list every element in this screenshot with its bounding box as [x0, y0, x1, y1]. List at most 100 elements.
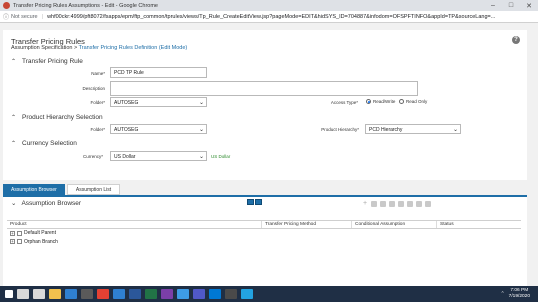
- product-name: Default Parent: [24, 230, 56, 237]
- description-label: Description: [82, 86, 105, 91]
- collapse-chevron-icon[interactable]: ⌃: [11, 114, 17, 121]
- product-cell: + Default Parent: [7, 230, 262, 236]
- clock[interactable]: 7:06 PM 7/19/2020: [509, 288, 530, 300]
- task-view-icon[interactable]: [33, 289, 45, 299]
- assumption-browser-title: Assumption Browser: [21, 199, 82, 207]
- access-type-label: Access Type*: [330, 100, 358, 105]
- store-icon[interactable]: [81, 289, 93, 299]
- assumption-grid: Product Transfer Pricing Method Conditio…: [7, 220, 521, 246]
- rule-section-header[interactable]: ⌃ Transfer Pricing Rule: [11, 58, 83, 65]
- product-hierarchy-select[interactable]: PCD Hierarchy ⌄: [365, 124, 461, 134]
- access-read-write-label: Read/Write: [373, 99, 396, 104]
- system-tray: ⌃ 7:06 PM 7/19/2020: [500, 286, 530, 302]
- address-bar[interactable]: ⓘ Not secure | whf00ckr:4999/pft8072/fsa…: [0, 11, 538, 23]
- terminal-icon[interactable]: [225, 289, 237, 299]
- file-explorer-icon[interactable]: [49, 289, 61, 299]
- product-cell: + Orphan Branch: [7, 239, 262, 245]
- chevron-down-icon: ⌄: [198, 154, 204, 160]
- rule-definition-panel: Transfer Pricing Rules Assumption Specif…: [3, 30, 527, 180]
- vscode-icon[interactable]: [241, 289, 253, 299]
- view-icon[interactable]: [371, 201, 377, 207]
- copy-icon[interactable]: [389, 201, 395, 207]
- chevron-down-icon: ⌄: [198, 127, 204, 133]
- search-icon[interactable]: [17, 289, 29, 299]
- windows-taskbar: ⌃ 7:06 PM 7/19/2020: [0, 286, 538, 302]
- product-hierarchy-value: PCD Hierarchy: [369, 127, 403, 133]
- col-status[interactable]: Status: [437, 221, 521, 228]
- mail-icon[interactable]: [113, 289, 125, 299]
- chrome-icon[interactable]: [97, 289, 109, 299]
- collapse-chevron-icon[interactable]: ⌃: [11, 58, 17, 65]
- minimize-icon[interactable]: –: [484, 0, 502, 11]
- grid-icon[interactable]: [416, 201, 422, 207]
- conditional-icon[interactable]: [407, 201, 413, 207]
- expand-icon[interactable]: +: [10, 230, 15, 236]
- access-read-only-label: Read Only: [406, 99, 428, 104]
- currency-label: Currency*: [82, 154, 103, 159]
- grid-view-icon[interactable]: [255, 199, 262, 205]
- grid-header-row: Product Transfer Pricing Method Conditio…: [7, 221, 521, 229]
- close-icon[interactable]: ✕: [520, 0, 538, 11]
- breadcrumb-separator: >: [73, 45, 78, 51]
- col-conditional[interactable]: Conditional Assumption: [352, 221, 437, 228]
- photos-icon[interactable]: [177, 289, 189, 299]
- folder-select[interactable]: AUTOSEG ⌄: [110, 97, 207, 107]
- hierarchy-folder-select[interactable]: AUTOSEG ⌄: [110, 124, 207, 134]
- collapse-chevron-icon[interactable]: ⌃: [11, 140, 17, 147]
- folder-label: Folder*: [90, 100, 105, 105]
- tree-view-icon[interactable]: [247, 199, 254, 205]
- name-field[interactable]: PCD TP Rule: [110, 67, 207, 78]
- col-method[interactable]: Transfer Pricing Method: [262, 221, 352, 228]
- browser-titlebar: Transfer Pricing Rules Assumptions - Edi…: [0, 0, 538, 11]
- description-field[interactable]: [110, 81, 418, 96]
- radio-unselected-icon: [399, 99, 404, 104]
- help-icon[interactable]: ?: [512, 36, 520, 44]
- currency-section-header[interactable]: ⌃ Currency Selection: [11, 140, 77, 147]
- col-product[interactable]: Product: [7, 221, 262, 228]
- tab-assumption-browser[interactable]: Assumption Browser: [3, 184, 65, 195]
- excel-icon[interactable]: [145, 289, 157, 299]
- address-separator: |: [41, 13, 44, 20]
- tab-assumption-list[interactable]: Assumption List: [66, 184, 121, 195]
- url-text[interactable]: whf00ckr:4999/pft8072/fsapps/epm/ftp_com…: [47, 14, 495, 20]
- breadcrumb-current[interactable]: Transfer Pricing Rules Definition (Edit …: [79, 45, 188, 51]
- access-read-only-radio[interactable]: Read Only: [399, 99, 427, 104]
- onenote-icon[interactable]: [161, 289, 173, 299]
- word-icon[interactable]: [129, 289, 141, 299]
- access-read-write-radio[interactable]: Read/Write: [366, 99, 395, 104]
- row-checkbox[interactable]: [17, 230, 22, 236]
- name-label: Name*: [91, 71, 105, 76]
- refresh-icon[interactable]: [425, 201, 431, 207]
- window-controls: – □ ✕: [484, 0, 538, 11]
- table-row[interactable]: + Default Parent: [7, 229, 521, 238]
- teams-icon[interactable]: [193, 289, 205, 299]
- table-row[interactable]: + Orphan Branch: [7, 238, 521, 247]
- edit-icon[interactable]: [380, 201, 386, 207]
- windows-start-icon[interactable]: [5, 290, 13, 298]
- info-icon[interactable]: ⓘ: [3, 12, 9, 21]
- currency-code-label: US Dollar: [211, 154, 231, 159]
- maximize-icon[interactable]: □: [502, 0, 520, 11]
- edge-icon[interactable]: [65, 289, 77, 299]
- breadcrumb-root[interactable]: Assumption Specification: [11, 45, 72, 51]
- tray-expand-icon[interactable]: ⌃: [500, 291, 504, 297]
- chevron-down-icon: ⌄: [452, 127, 458, 133]
- assumption-tabs: Assumption Browser Assumption List: [3, 184, 527, 195]
- product-name: Orphan Branch: [24, 238, 58, 245]
- collapse-chevron-icon[interactable]: ⌄: [11, 199, 16, 207]
- delete-icon[interactable]: [398, 201, 404, 207]
- expand-icon[interactable]: +: [10, 239, 15, 245]
- view-toggle: [247, 199, 263, 205]
- radio-selected-icon: [366, 99, 371, 104]
- row-checkbox[interactable]: [17, 239, 22, 245]
- assumption-browser-header[interactable]: ⌄ Assumption Browser: [11, 199, 82, 208]
- outlook-icon[interactable]: [209, 289, 221, 299]
- add-icon[interactable]: +: [362, 200, 368, 207]
- currency-select[interactable]: US Dollar ⌄: [110, 151, 207, 161]
- assumption-browser-panel: ⌄ Assumption Browser + Product Transfer …: [3, 195, 527, 287]
- clock-date: 7/19/2020: [508, 294, 530, 299]
- rule-section-title: Transfer Pricing Rule: [22, 58, 83, 65]
- hierarchy-section-header[interactable]: ⌃ Product Hierarchy Selection: [11, 114, 103, 121]
- hierarchy-folder-value: AUTOSEG: [114, 127, 139, 133]
- hierarchy-section-title: Product Hierarchy Selection: [22, 114, 103, 121]
